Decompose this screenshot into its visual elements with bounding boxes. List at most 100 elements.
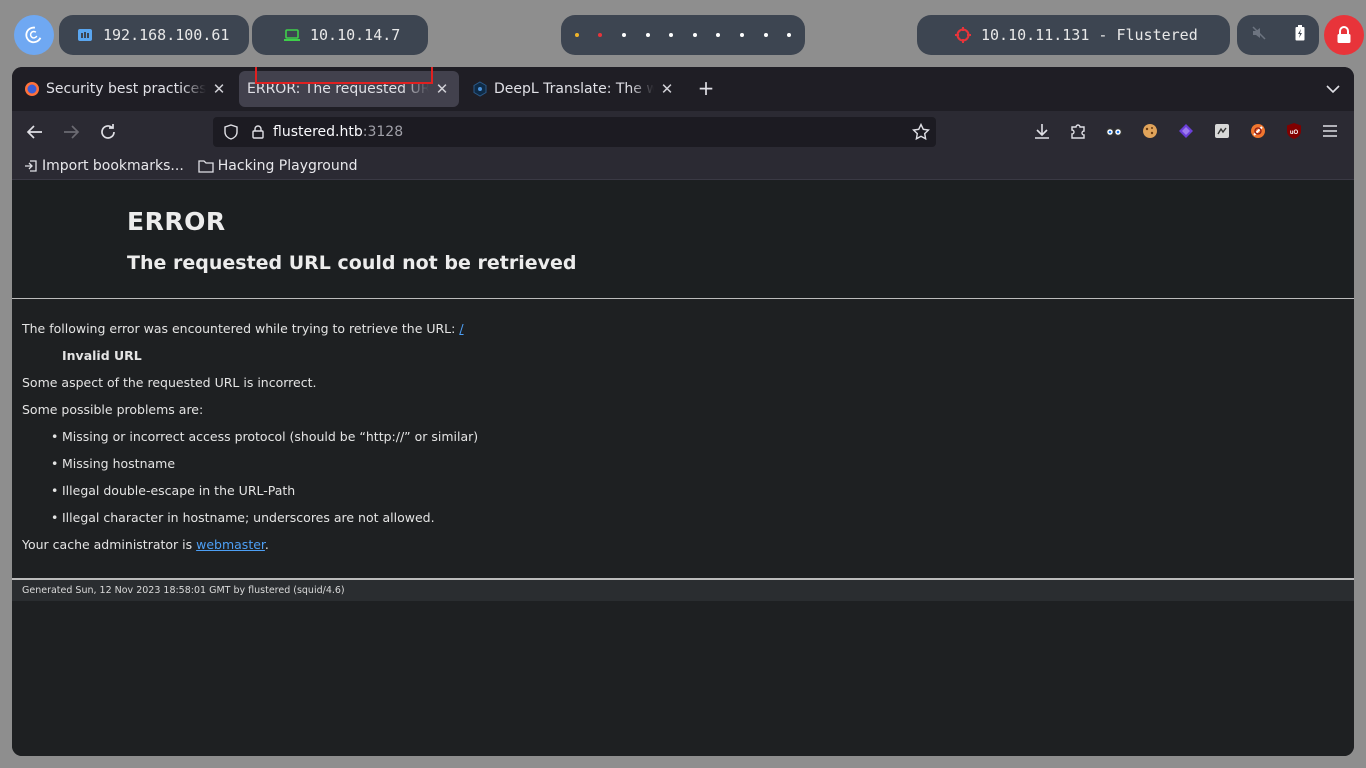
diamond-icon — [1179, 124, 1193, 138]
problems-list: Missing or incorrect access protocol (sh… — [51, 429, 1344, 525]
hacktools-icon — [1251, 124, 1265, 138]
debian-swirl-icon — [25, 26, 42, 44]
bookmarks-toolbar: Import bookmarks... Hacking Playground — [12, 153, 1354, 180]
bookmark-folder-hacking-playground[interactable]: Hacking Playground — [198, 158, 358, 174]
page-content: ERROR The requested URL could not be ret… — [12, 180, 1354, 756]
arrow-right-icon — [64, 125, 80, 139]
page-subtitle: The requested URL could not be retrieved — [127, 252, 577, 274]
hamburger-menu-icon — [1323, 125, 1337, 137]
battery-icon[interactable] — [1295, 25, 1305, 45]
target-pill[interactable]: 10.10.11.131 - Flustered — [917, 15, 1230, 55]
lock-screen-button[interactable] — [1324, 15, 1364, 55]
wappalyzer-extension-button[interactable] — [1177, 122, 1195, 140]
reload-button[interactable] — [96, 120, 120, 144]
tab-bar: Security best practices | ✕ ERROR: The r… — [12, 67, 1354, 111]
admin-prefix: Your cache administrator is — [22, 537, 197, 552]
cookie-extension-button[interactable] — [1141, 122, 1159, 140]
laptop-icon — [284, 27, 300, 43]
generated-footer: Generated Sun, 12 Nov 2023 18:58:01 GMT … — [12, 580, 1354, 601]
list-item: Illegal character in hostname; underscor… — [51, 510, 1344, 525]
close-tab-icon[interactable]: ✕ — [210, 80, 228, 98]
error-body: The following error was encountered whil… — [12, 299, 1354, 552]
list-all-tabs-button[interactable] — [1324, 80, 1342, 98]
workspace-dot[interactable] — [763, 33, 768, 37]
tab-label: ERROR: The requested URL c — [247, 81, 429, 97]
browser-window: Security best practices | ✕ ERROR: The r… — [12, 67, 1354, 756]
cookie-icon — [1143, 124, 1157, 138]
target-text: 10.10.11.131 - Flustered — [981, 26, 1198, 44]
workspace-dot[interactable] — [621, 33, 626, 37]
problems-heading: Some possible problems are: — [22, 402, 204, 417]
intro-text: The following error was encountered whil… — [22, 321, 460, 336]
workspace-dot[interactable] — [598, 33, 603, 37]
deepl-favicon-icon — [473, 81, 487, 97]
glasses-extension-button[interactable] — [1105, 122, 1123, 140]
arrow-left-icon — [26, 125, 42, 139]
navigation-toolbar: flustered.htb:3128 uO — [12, 67, 1354, 153]
downloads-button[interactable] — [1033, 122, 1051, 140]
new-tab-button[interactable]: + — [696, 78, 716, 99]
bookmark-star-button[interactable] — [911, 122, 931, 141]
shield-icon[interactable] — [223, 124, 239, 140]
workspace-dot[interactable] — [739, 33, 744, 37]
card-icon — [1215, 124, 1229, 138]
admin-suffix: . — [264, 537, 269, 552]
mute-icon[interactable] — [1251, 26, 1266, 44]
bookmark-label: Import bookmarks... — [42, 158, 184, 174]
forward-button[interactable] — [59, 120, 83, 144]
close-tab-icon[interactable]: ✕ — [433, 80, 451, 98]
network-icon — [77, 27, 93, 43]
address-bar[interactable]: flustered.htb:3128 — [213, 117, 936, 147]
desktop-topbar: 192.168.100.61 10.10.14.7 10.10.11.131 -… — [0, 0, 1366, 68]
app-menu-button[interactable] — [1321, 122, 1339, 140]
star-icon — [911, 122, 931, 141]
bookmark-label: Hacking Playground — [217, 158, 358, 174]
tab-deepl-translate[interactable]: DeepL Translate: The wo ✕ — [464, 71, 684, 107]
back-button[interactable] — [23, 120, 47, 144]
ublock-shield-icon: uO — [1287, 123, 1301, 139]
debian-menu-button[interactable] — [14, 15, 54, 55]
system-tray — [1237, 15, 1319, 55]
bookmark-import[interactable]: Import bookmarks... — [24, 158, 184, 174]
workspace-dot[interactable] — [645, 33, 650, 37]
puzzle-icon — [1071, 124, 1085, 139]
list-item: Missing or incorrect access protocol (sh… — [51, 429, 1344, 444]
error-description: Some aspect of the requested URL is inco… — [22, 375, 317, 390]
workspace-dot[interactable] — [716, 33, 721, 37]
lock-icon[interactable] — [251, 125, 265, 139]
host-ip-pill[interactable]: 192.168.100.61 — [59, 15, 249, 55]
admin-line: Your cache administrator is webmaster. — [22, 537, 1344, 552]
hacktools-extension-button[interactable] — [1249, 122, 1267, 140]
tab-error-page[interactable]: ERROR: The requested URL c ✕ — [239, 71, 459, 107]
card-extension-button[interactable] — [1213, 122, 1231, 140]
workspace-dot[interactable] — [787, 33, 792, 37]
close-tab-icon[interactable]: ✕ — [658, 80, 676, 98]
requested-url-link[interactable]: / — [459, 321, 463, 336]
glasses-icon — [1105, 127, 1123, 137]
workspace-dot[interactable] — [692, 33, 697, 37]
firefox-favicon-icon — [25, 82, 39, 96]
vpn-ip-pill[interactable]: 10.10.14.7 — [252, 15, 428, 55]
workspace-indicator[interactable] — [561, 15, 805, 55]
workspace-dot[interactable] — [574, 33, 579, 37]
workspace-dot[interactable] — [669, 33, 674, 37]
import-icon — [25, 160, 37, 172]
host-ip-text: 192.168.100.61 — [103, 26, 230, 44]
tab-security-best-practices[interactable]: Security best practices | ✕ — [16, 71, 236, 107]
webmaster-link[interactable]: webmaster — [196, 537, 265, 552]
list-item: Illegal double-escape in the URL-Path — [51, 483, 1344, 498]
crosshair-icon — [955, 27, 971, 43]
list-item: Missing hostname — [51, 456, 1344, 471]
extensions-button[interactable] — [1069, 122, 1087, 140]
error-header: ERROR The requested URL could not be ret… — [12, 180, 1354, 299]
reload-icon — [101, 124, 115, 139]
error-name: Invalid URL — [62, 348, 142, 363]
folder-icon — [198, 160, 214, 173]
url-host: flustered.htb — [273, 124, 363, 140]
url-port: :3128 — [362, 124, 404, 140]
ublock-extension-button[interactable]: uO — [1285, 122, 1303, 140]
chevron-down-icon — [1326, 85, 1340, 94]
error-intro: The following error was encountered whil… — [22, 321, 1344, 336]
tab-label: Security best practices | — [46, 81, 206, 97]
lock-icon — [1337, 26, 1351, 43]
